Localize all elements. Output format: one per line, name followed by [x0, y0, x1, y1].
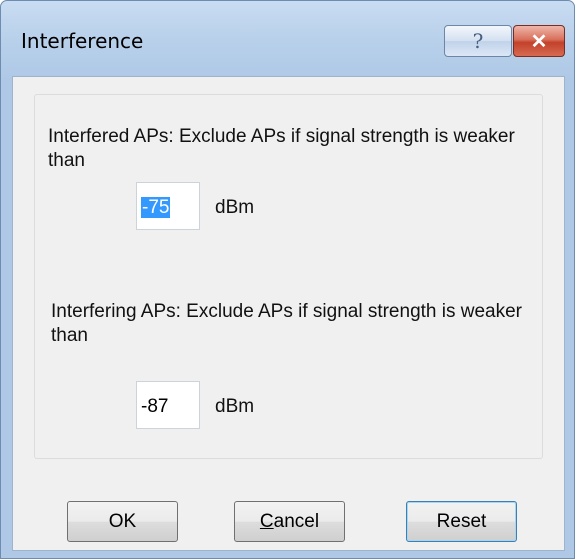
interfered-unit-label: dBm — [215, 197, 255, 218]
title-bar[interactable]: Interference ? ✕ — [1, 1, 574, 76]
close-icon: ✕ — [530, 30, 548, 53]
ok-button-label: OK — [108, 510, 137, 532]
dialog-title: Interference — [21, 29, 144, 53]
interfering-threshold-input[interactable]: -87 — [136, 381, 200, 429]
reset-button-label: Reset — [436, 510, 487, 532]
interfered-aps-label: Interfered APs: Exclude APs if signal st… — [48, 126, 515, 171]
interference-dialog: Interference ? ✕ Interfered APs: Exclude… — [0, 0, 575, 559]
cancel-button-label: Cancel — [260, 511, 319, 533]
cancel-mnemonic: C — [259, 510, 274, 532]
reset-button[interactable]: Reset — [406, 501, 517, 542]
ok-button[interactable]: OK — [67, 501, 178, 542]
settings-group: Interfered APs: Exclude APs if signal st… — [34, 94, 543, 459]
interfering-threshold-value: -87 — [141, 396, 169, 417]
close-button[interactable]: ✕ — [513, 25, 565, 57]
help-icon: ? — [472, 29, 484, 53]
interfering-aps-label: Interfering APs: Exclude APs if signal s… — [51, 301, 523, 346]
interfered-threshold-value: -75 — [141, 197, 171, 218]
cancel-rest: ancel — [273, 510, 320, 532]
interfered-threshold-input[interactable]: -75 — [136, 182, 200, 230]
help-button[interactable]: ? — [444, 25, 512, 57]
cancel-button[interactable]: Cancel — [234, 501, 345, 542]
dialog-body: Interfered APs: Exclude APs if signal st… — [12, 76, 565, 551]
interfering-unit-label: dBm — [215, 396, 255, 417]
